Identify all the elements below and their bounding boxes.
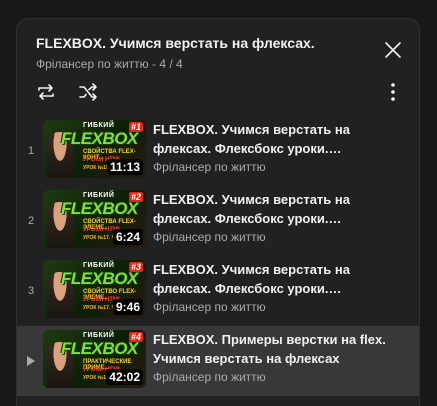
video-channel[interactable]: Фрілансер по життю [153,160,393,174]
playlist-items: 1 ГИБКИЙ FLEXBOX СВОЙСТВА FLEX-КОНТ... У… [17,116,419,396]
thumbnail-brand-text: FLEXBOX [61,269,138,288]
playlist-title[interactable]: FLEXBOX. Учимся верстать на флексах. [36,35,356,51]
playlist-separator: - [148,57,160,71]
playlist-item[interactable]: 3 ГИБКИЙ FLEXBOX СВОЙСТВО FLEX-ЭЛЕМЕ... … [17,256,419,326]
item-index: 2 [27,215,35,227]
video-duration: 42:02 [106,369,143,385]
more-actions-button[interactable] [387,81,399,103]
close-button[interactable] [383,40,403,60]
video-title[interactable]: FLEXBOX. Учимся верстать на флексах. Фле… [153,190,393,228]
video-title[interactable]: FLEXBOX. Учимся верстать на флексах. Фле… [153,260,393,298]
playlist-item[interactable]: 2 ГИБКИЙ FLEXBOX СВОЙСТВА FLEX-ЭЛЕМЕ... … [17,186,419,256]
thumbnail-top-text: ГИБКИЙ [83,122,115,129]
video-thumbnail[interactable]: ГИБКИЙ FLEXBOX СВОЙСТВО FLEX-ЭЛЕМЕ... УР… [43,260,146,318]
playlist-item-now-playing[interactable]: ГИБКИЙ FLEXBOX ПРАКТИЧЕСКИЕ ПРИМЕ... УРО… [17,326,419,396]
item-meta: FLEXBOX. Учимся верстать на флексах. Фле… [153,120,393,174]
video-thumbnail[interactable]: ГИБКИЙ FLEXBOX СВОЙСТВА FLEX-КОНТ... УРО… [43,120,146,178]
video-duration: 6:24 [112,229,143,245]
playlist-subtitle: Фрілансер по життю - 4 / 4 [36,57,183,71]
thumbnail-brand-text: FLEXBOX [61,339,138,358]
thumbnail-top-text: ГИБКИЙ [83,262,115,269]
loop-icon [38,84,54,100]
playlist-header: FLEXBOX. Учимся верстать на флексах. Фрі… [17,19,419,119]
thumbnail-brand-text: FLEXBOX [61,129,138,148]
video-channel[interactable]: Фрілансер по життю [153,230,393,244]
thumbnail-top-text: ГИБКИЙ [83,192,115,199]
thumbnail-brand-text: FLEXBOX [61,199,138,218]
playlist-item[interactable]: 1 ГИБКИЙ FLEXBOX СВОЙСТВА FLEX-КОНТ... У… [17,116,419,186]
item-meta: FLEXBOX. Примеры верстки на flex. Учимся… [153,330,393,384]
video-thumbnail[interactable]: ГИБКИЙ FLEXBOX ПРАКТИЧЕСКИЕ ПРИМЕ... УРО… [43,330,146,388]
episode-badge: #2 [128,192,143,202]
loop-button[interactable] [35,81,57,103]
item-index: 3 [27,285,35,297]
close-icon [385,42,401,58]
item-meta: FLEXBOX. Учимся верстать на флексах. Фле… [153,260,393,314]
video-thumbnail[interactable]: ГИБКИЙ FLEXBOX СВОЙСТВА FLEX-ЭЛЕМЕ... УР… [43,190,146,248]
item-index: 1 [27,145,35,157]
shuffle-button[interactable] [77,81,99,103]
playlist-channel[interactable]: Фрілансер по життю [36,57,149,71]
shuffle-icon [79,83,97,101]
video-title[interactable]: FLEXBOX. Учимся верстать на флексах. Фле… [153,120,393,158]
playlist-position: 4 / 4 [159,57,183,71]
item-meta: FLEXBOX. Учимся верстать на флексах. Фле… [153,190,393,244]
episode-badge: #4 [128,332,143,342]
playlist-panel: FLEXBOX. Учимся верстать на флексах. Фрі… [16,18,420,406]
video-title[interactable]: FLEXBOX. Примеры верстки на flex. Учимся… [153,330,393,368]
video-duration: 11:13 [106,159,143,175]
video-duration: 9:46 [112,299,143,315]
video-channel[interactable]: Фрілансер по життю [153,300,393,314]
video-channel[interactable]: Фрілансер по життю [153,370,393,384]
play-arrow-icon [27,356,35,366]
episode-badge: #1 [128,122,143,132]
more-vert-icon [391,83,395,101]
episode-badge: #3 [128,262,143,272]
thumbnail-top-text: ГИБКИЙ [83,332,115,339]
